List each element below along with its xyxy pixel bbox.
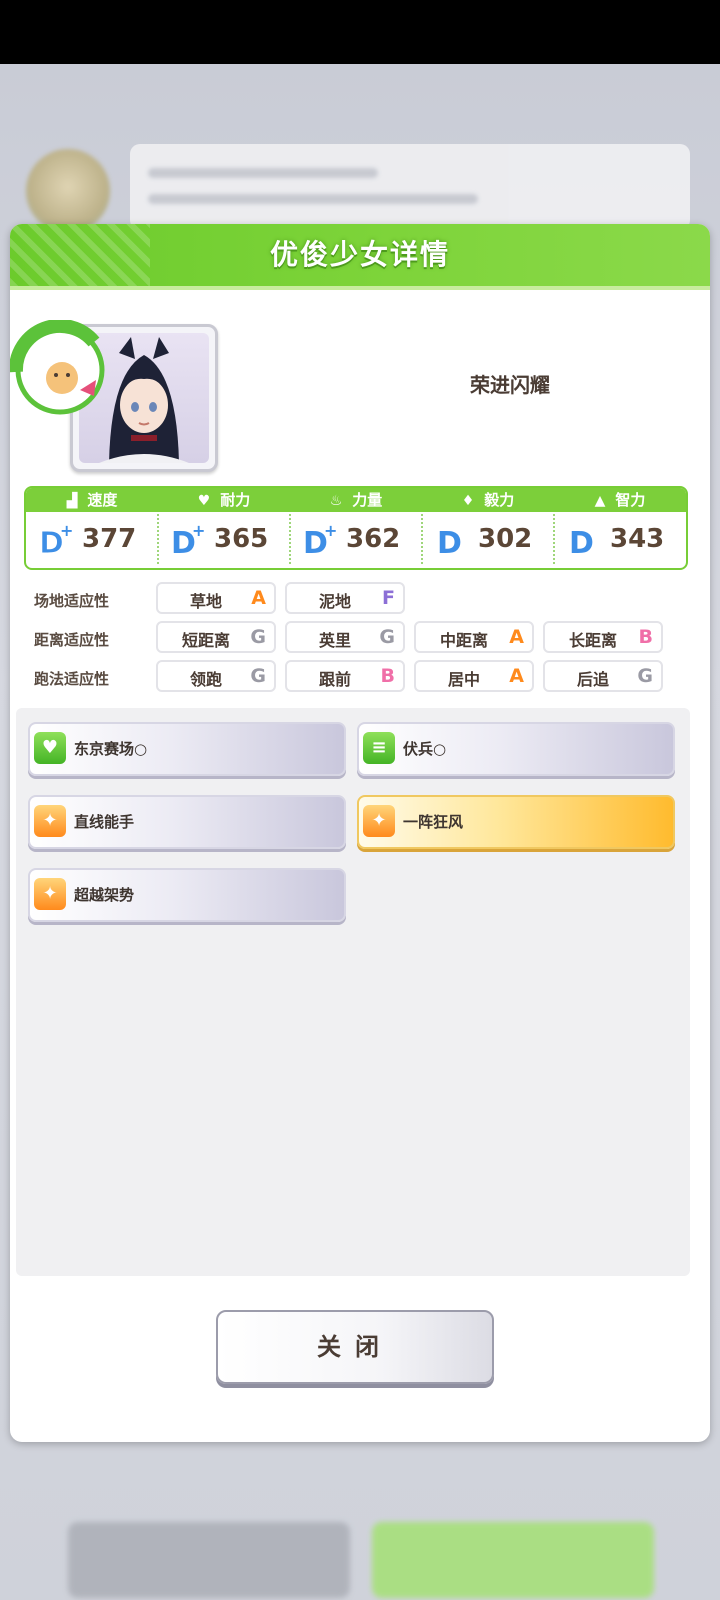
grade-g-icon: G [379,626,395,648]
aptitude-dirt: 泥地 F [285,582,405,614]
background-next-button [372,1522,654,1598]
aptitude-end-closer: 后追 G [543,660,663,692]
svg-text:+: + [324,522,336,540]
grade-d-icon: D [569,526,594,558]
close-button[interactable]: 关闭 [216,1310,494,1384]
character-name: 荣进闪耀 [470,373,550,397]
grade-g-icon: G [250,665,266,687]
grade-b-icon: B [638,626,653,648]
runner-icon: ✦ [363,805,395,837]
stat-wisdom: ▲ 智力 D 343 [554,488,686,568]
stat-value: 362 [346,524,401,554]
stat-value: 343 [610,524,665,554]
skill-card[interactable]: ♥ 东京赛场○ [28,722,346,776]
aptitude-medium: 中距离 A [414,621,534,653]
skill-card[interactable]: ≡ 伏兵○ [357,722,675,776]
aptitude-mile: 英里 G [285,621,405,653]
stat-label: 力量 [352,491,383,509]
svg-text:+: + [192,522,204,540]
character-detail-dialog: 优俊少女详情 荣进闪耀 ▟ 速度 D 377 ♥ 耐力 D 365 ♨ 力量 D… [10,224,710,1442]
aptitude-late-surger: 居中 A [414,660,534,692]
grade-b-icon: B [380,665,395,687]
runner-icon: ✦ [34,805,66,837]
aptitude-front-runner: 领跑 G [156,660,276,692]
bubble-line-2 [148,194,478,204]
skill-name: 东京赛场○ [74,740,148,758]
stat-value: 377 [82,524,137,554]
skill-card[interactable]: ✦ 超越架势 [28,868,346,922]
style-aptitude-label: 跑法适应性 [34,670,110,688]
aptitude-long: 长距离 B [543,621,663,653]
stat-label: 耐力 [220,491,251,509]
graduation-cap-icon: ▲ [594,493,606,509]
aptitude-pace-chaser: 跟前 B [285,660,405,692]
dialog-title: 优俊少女详情 [269,238,450,271]
muscle-icon: ♨ [329,493,343,509]
grade-d-plus-icon: D+ [171,522,204,558]
stat-stamina: ♥ 耐力 D+ 365 [158,488,290,568]
flame-icon: ♦ [461,493,475,509]
skills-list: ♥ 东京赛场○ ≡ 伏兵○ ✦ 直线能手 ✦ 一阵狂风 ✦ 超越架势 [16,708,690,1276]
notes-icon: ≡ [363,732,395,764]
background-retry-button [68,1522,350,1598]
grade-a-icon: A [509,665,524,687]
heart-icon: ♥ [197,493,211,509]
track-aptitude-label: 场地适应性 [34,592,110,610]
skill-name: 超越架势 [74,886,135,904]
grade-g-icon: G [637,665,653,687]
skill-name: 直线能手 [74,813,135,831]
event-badge[interactable] [10,318,110,420]
grade-g-icon: G [250,626,266,648]
grade-f-icon: F [382,587,395,609]
aptitude-sprint: 短距离 G [156,621,276,653]
grade-d-plus-icon: D+ [39,522,73,558]
status-bar [0,0,720,64]
runner-icon: ✦ [34,878,66,910]
distance-aptitude-label: 距离适应性 [34,631,110,649]
stat-value: 365 [214,524,269,554]
svg-text:+: + [60,522,72,540]
stat-value: 302 [478,524,533,554]
aptitude-turf: 草地 A [156,582,276,614]
grade-a-icon: A [509,626,524,648]
skill-card-gold[interactable]: ✦ 一阵狂风 [357,795,675,849]
stat-label: 智力 [615,491,646,509]
background-avatar [26,149,110,233]
grade-a-icon: A [251,587,266,609]
dialog-header: 优俊少女详情 [10,224,710,290]
stat-label: 速度 [87,491,118,509]
grade-d-icon: D [437,526,462,558]
skill-card[interactable]: ✦ 直线能手 [28,795,346,849]
heart-icon: ♥ [34,732,66,764]
skill-name: 伏兵○ [403,740,447,758]
bubble-line-1 [148,168,378,178]
skill-name: 一阵狂风 [403,813,464,831]
background-speech-bubble [130,144,690,230]
svg-text:D: D [437,526,462,558]
stats-panel: ▟速度 D+ 377 ♥耐力 D+ 365 ♨力量 D+ 362 ♦毅力 [24,486,688,570]
stat-power: ♨ 力量 D+ 362 [290,488,422,568]
close-button-label: 关闭 [317,1333,393,1361]
svg-text:D: D [569,526,594,558]
grade-d-plus-icon: D+ [303,522,336,558]
stat-guts: ♦ 毅力 D 302 [422,488,554,568]
stat-speed: ▟ 速度 D+ 377 [26,488,158,568]
shoe-icon: ▟ [66,493,78,509]
stat-label: 毅力 [484,491,515,509]
